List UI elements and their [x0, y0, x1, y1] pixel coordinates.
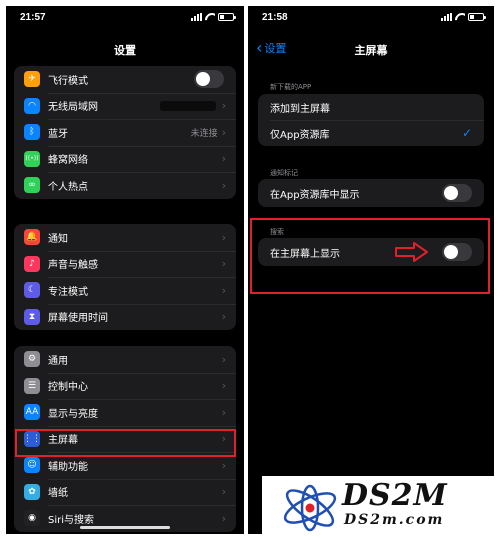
settings-group-connectivity: ✈ 飞行模式 ◠ 无线局域网 › ᛒ 蓝牙 未连接 › ((•)) 蜂窝网络 › ∞ 个人热点 ›	[14, 66, 236, 199]
atom-logo-icon	[283, 484, 337, 532]
settings-row-label: 通用	[48, 355, 68, 367]
status-bar: 21:57	[6, 12, 244, 28]
settings-row-label: 辅助功能	[48, 461, 88, 473]
cellular-icon: ((•))	[24, 150, 40, 167]
chevron-right-icon: ›	[221, 379, 226, 393]
moon-icon: ☾	[24, 282, 40, 299]
option-label: 添加到主屏幕	[270, 103, 330, 115]
chevron-right-icon: ›	[221, 125, 226, 139]
chevron-right-icon: ›	[221, 352, 226, 366]
settings-row-bluetooth[interactable]: ᛒ 蓝牙 未连接 ›	[14, 119, 236, 146]
page-title: 设置	[114, 44, 136, 57]
settings-row-label: 个人热点	[48, 181, 88, 193]
watermark-title: DS2M	[342, 478, 448, 513]
settings-row-flower[interactable]: ✿ 墙纸 ›	[14, 478, 236, 506]
settings-row-bell[interactable]: 🔔 通知 ›	[14, 224, 236, 251]
option-app-library-only[interactable]: 仅App资源库 ✓	[258, 120, 484, 146]
chevron-right-icon: ›	[221, 257, 226, 271]
flower-icon: ✿	[24, 483, 40, 500]
settings-row-airplane[interactable]: ✈ 飞行模式	[14, 66, 236, 93]
option-add-to-home[interactable]: 添加到主屏幕	[258, 94, 484, 120]
option-label: 仅App资源库	[270, 129, 330, 141]
chevron-right-icon: ›	[221, 485, 226, 499]
section-header-badges: 通知标记	[270, 169, 298, 177]
settings-row-switches[interactable]: ☰ 控制中心 ›	[14, 372, 236, 400]
gear-icon: ⚙	[24, 351, 40, 368]
speaker-icon: ♪	[24, 255, 40, 272]
settings-row-label: 显示与亮度	[48, 408, 98, 420]
signal-icon	[191, 13, 202, 21]
battery-icon	[218, 13, 236, 21]
settings-row-hourglass[interactable]: ⧗ 屏幕使用时间 ›	[14, 303, 236, 331]
signal-icon	[441, 13, 452, 21]
chevron-right-icon: ›	[221, 405, 226, 419]
page-title: 主屏幕	[354, 44, 388, 57]
settings-row-moon[interactable]: ☾ 专注模式 ›	[14, 277, 236, 304]
show-in-app-library-row: 在App资源库中显示	[258, 179, 484, 207]
settings-row-cellular[interactable]: ((•)) 蜂窝网络 ›	[14, 145, 236, 173]
accessibility-icon: ☺	[24, 457, 40, 474]
status-time: 21:57	[20, 12, 46, 23]
watermark-url: DS2m.com	[344, 512, 445, 528]
bluetooth-icon: ᛒ	[24, 124, 40, 141]
settings-row-text-size[interactable]: AA 显示与亮度 ›	[14, 399, 236, 426]
chevron-right-icon: ›	[221, 283, 226, 297]
wifi-status-icon	[455, 13, 465, 21]
chevron-right-icon: ›	[221, 99, 226, 113]
settings-row-wifi[interactable]: ◠ 无线局域网 ›	[14, 92, 236, 120]
chevron-right-icon: ›	[221, 230, 226, 244]
chevron-right-icon: ›	[221, 152, 226, 166]
settings-row-label: 蓝牙	[48, 128, 68, 140]
hourglass-icon: ⧗	[24, 308, 40, 325]
home-indicator	[80, 526, 170, 529]
chevron-right-icon: ›	[221, 178, 226, 192]
checkmark-icon: ✓	[461, 126, 472, 140]
airplane-mode-toggle[interactable]	[194, 70, 224, 89]
pointer-arrow-icon	[395, 242, 428, 262]
settings-row-speaker[interactable]: ♪ 声音与触感 ›	[14, 250, 236, 278]
settings-row-gear[interactable]: ⚙ 通用 ›	[14, 346, 236, 373]
settings-row-label: 声音与触感	[48, 260, 98, 272]
wifi-icon: ◠	[24, 97, 40, 114]
show-in-library-toggle[interactable]	[442, 184, 472, 202]
battery-icon	[468, 13, 486, 21]
settings-row-label: Siri与搜索	[48, 514, 95, 526]
home-screen-settings: 21:58 ‹ 设置 主屏幕 新下载的APP 添加到主屏幕 仅App资源库 ✓ …	[248, 6, 494, 534]
airplane-icon: ✈	[24, 71, 40, 88]
chevron-right-icon: ›	[221, 310, 226, 324]
settings-row-label: 控制中心	[48, 382, 88, 394]
watermark: DS2M DS2m.com	[262, 476, 496, 538]
row-label: 在App资源库中显示	[270, 189, 360, 201]
settings-row-label: 通知	[48, 233, 68, 245]
text-size-icon: AA	[24, 404, 40, 421]
row-value: 未连接	[190, 128, 218, 139]
settings-row-label: 蜂窝网络	[48, 155, 88, 167]
section-header-search: 搜索	[270, 228, 284, 236]
settings-row-hotspot[interactable]: ∞ 个人热点 ›	[14, 172, 236, 199]
settings-row-label: 屏幕使用时间	[48, 313, 108, 325]
search-group: 在主屏幕上显示	[258, 238, 484, 266]
settings-group-notifications: 🔔 通知 › ♪ 声音与触感 › ☾ 专注模式 › ⧗ 屏幕使用时间 ›	[14, 224, 236, 330]
settings-row-label: 飞行模式	[48, 75, 88, 87]
status-bar: 21:58	[248, 12, 494, 28]
status-time: 21:58	[262, 12, 288, 23]
settings-row-label: 专注模式	[48, 286, 88, 298]
siri-icon: ◉	[24, 510, 40, 527]
settings-row-label: 无线局域网	[48, 102, 98, 114]
badges-group: 在App资源库中显示	[258, 179, 484, 207]
switches-icon: ☰	[24, 377, 40, 394]
new-downloads-group: 添加到主屏幕 仅App资源库 ✓	[258, 94, 484, 146]
show-on-home-toggle[interactable]	[442, 243, 472, 261]
highlight-home-screen	[15, 429, 236, 457]
bell-icon: 🔔	[24, 229, 40, 246]
section-header-new-downloads: 新下载的APP	[270, 83, 312, 91]
wifi-status-icon	[205, 13, 215, 21]
settings-row-label: 墙纸	[48, 488, 68, 500]
chevron-right-icon: ›	[221, 511, 226, 525]
chevron-right-icon: ›	[221, 458, 226, 472]
show-on-home-screen-row: 在主屏幕上显示	[258, 238, 484, 266]
settings-screen: 21:57 设置 ✈ 飞行模式 ◠ 无线局域网 › ᛒ 蓝牙 未连接 › ((•)) 蜂窝网络 › ∞ 个…	[6, 6, 244, 534]
redacted-network-name	[159, 100, 216, 111]
hotspot-icon: ∞	[24, 177, 40, 194]
